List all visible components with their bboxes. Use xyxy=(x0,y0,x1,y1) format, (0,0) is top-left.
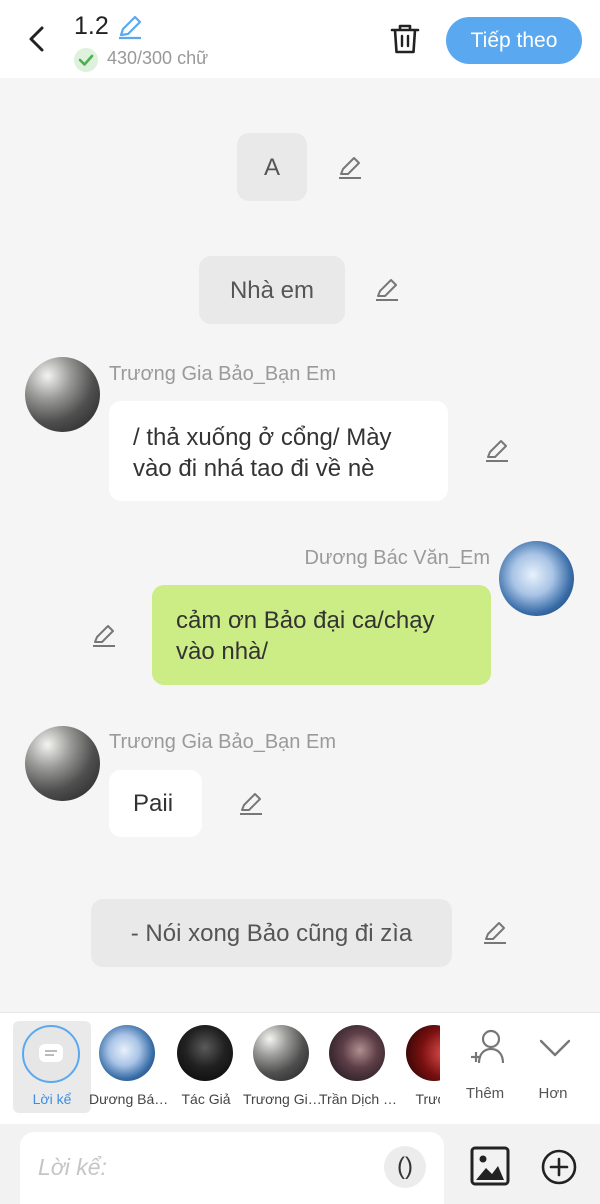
character-label: Trương Gi… xyxy=(243,1091,321,1107)
edit-pencil-icon[interactable] xyxy=(481,919,509,947)
avatar xyxy=(253,1025,309,1081)
character-label: Trươn xyxy=(415,1091,440,1107)
edit-pencil-icon[interactable] xyxy=(483,437,511,465)
parentheses-button[interactable]: () xyxy=(384,1146,426,1188)
add-circle-icon[interactable] xyxy=(540,1148,578,1186)
avatar xyxy=(177,1025,233,1081)
back-arrow-icon[interactable] xyxy=(20,22,54,56)
edit-title-pencil-icon[interactable] xyxy=(116,13,144,41)
check-icon xyxy=(74,48,98,72)
sender-name: Dương Bác Văn_Em xyxy=(304,547,490,569)
more-button[interactable]: Hơn xyxy=(518,1013,588,1125)
message-text: vào đi nhá tao đi về nè xyxy=(133,455,375,482)
narration-bubble[interactable]: Nhà em xyxy=(199,256,345,324)
character-label: Lời kể xyxy=(32,1091,72,1107)
narration-input[interactable]: Lời kể: () xyxy=(20,1132,444,1204)
avatar[interactable] xyxy=(25,726,100,801)
character-duong[interactable]: Dương Bá… xyxy=(89,1013,167,1125)
character-label: Trần Dịch … xyxy=(319,1091,397,1107)
more-label: Hơn xyxy=(538,1085,568,1102)
edit-pencil-icon[interactable] xyxy=(336,154,364,182)
sender-name: Trương Gia Bảo_Bạn Em xyxy=(109,731,336,753)
add-label: Thêm xyxy=(465,1085,505,1102)
avatar xyxy=(329,1025,385,1081)
add-user-icon xyxy=(471,1029,505,1064)
narration-bubble[interactable]: - Nói xong Bảo cũng đi zìa xyxy=(91,899,452,967)
avatar[interactable] xyxy=(25,357,100,432)
word-count-text: 430/300 chữ xyxy=(107,48,209,68)
chapter-title: 1.2 xyxy=(74,12,109,40)
message-bubble[interactable]: Paii xyxy=(109,770,202,837)
character-strip: Lời kể Dương Bá… Tác Giả Trương Gi… Trần… xyxy=(0,1013,440,1125)
avatar xyxy=(406,1025,440,1081)
character-label: Tác Giả xyxy=(181,1091,231,1107)
character-truong-2[interactable]: Trươn xyxy=(396,1013,440,1125)
edit-pencil-icon[interactable] xyxy=(237,790,265,818)
edit-pencil-icon[interactable] xyxy=(373,276,401,304)
character-bar: Lời kể Dương Bá… Tác Giả Trương Gi… Trần… xyxy=(0,1012,600,1124)
sender-name: Trương Gia Bảo_Bạn Em xyxy=(109,363,336,385)
top-bar: 1.2 430/300 chữ Tiếp theo xyxy=(0,0,600,78)
trash-icon[interactable] xyxy=(388,22,422,56)
message-text: vào nhà/ xyxy=(176,638,269,665)
avatar xyxy=(99,1025,155,1081)
narrator-chat-icon xyxy=(22,1025,80,1083)
chevron-down-icon xyxy=(539,1039,571,1057)
message-text: / thả xuống ở cổng/ Mày xyxy=(133,424,392,451)
character-label: Dương Bá… xyxy=(89,1091,167,1107)
narration-bubble[interactable]: A xyxy=(237,133,307,201)
character-tacgia[interactable]: Tác Giả xyxy=(167,1013,245,1125)
character-narrator[interactable]: Lời kể xyxy=(13,1021,91,1113)
edit-pencil-icon[interactable] xyxy=(90,622,118,650)
add-character-button[interactable]: Thêm xyxy=(450,1013,520,1125)
message-bubble[interactable]: / thả xuống ở cổng/ Mày vào đi nhá tao đ… xyxy=(109,401,448,501)
input-placeholder: Lời kể: xyxy=(38,1154,107,1180)
image-icon[interactable] xyxy=(470,1146,510,1186)
character-tran[interactable]: Trần Dịch … xyxy=(319,1013,397,1125)
character-truong[interactable]: Trương Gi… xyxy=(243,1013,321,1125)
composer: Lời kể: () xyxy=(0,1124,600,1204)
message-bubble[interactable]: cảm ơn Bảo đại ca/chạy vào nhà/ xyxy=(152,585,491,685)
next-button[interactable]: Tiếp theo xyxy=(446,17,582,64)
message-text: cảm ơn Bảo đại ca/chạy xyxy=(176,607,435,634)
avatar[interactable] xyxy=(499,541,574,616)
